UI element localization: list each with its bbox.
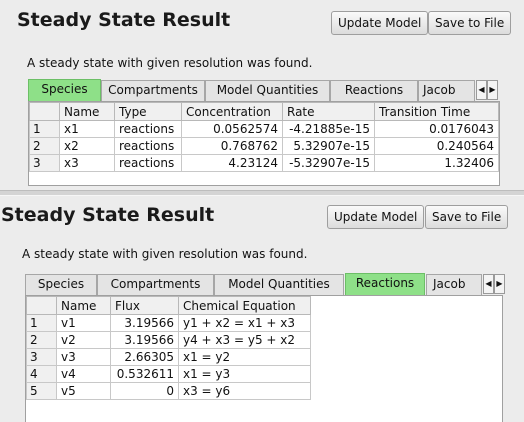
tab-species[interactable]: Species [28, 79, 101, 101]
result-tabbar: Species Compartments Model Quantities Re… [25, 273, 505, 295]
status-message: A steady state with given resolution was… [22, 247, 308, 261]
update-model-button[interactable]: Update Model [327, 205, 425, 229]
flux-cell[interactable]: 2.66305 [110, 348, 179, 366]
row-header[interactable]: 4 [26, 365, 57, 383]
chemical-equation-cell[interactable]: x3 = y6 [178, 382, 311, 400]
chemical-equation-cell[interactable]: x1 = y3 [178, 365, 311, 383]
status-message: A steady state with given resolution was… [27, 56, 313, 70]
tab-model-quantities[interactable]: Model Quantities [214, 274, 344, 295]
tab-jacobian[interactable]: Jacob [426, 274, 482, 295]
row-header[interactable]: 3 [29, 154, 60, 172]
table-row[interactable]: 2 x2 reactions 0.768762 5.32907e-15 0.24… [29, 137, 499, 155]
species-type-cell[interactable]: reactions [114, 120, 182, 138]
tab-scroll-right-icon[interactable]: ▶ [494, 274, 505, 294]
page-title: Steady State Result [1, 204, 215, 226]
row-header[interactable]: 1 [26, 314, 57, 332]
concentration-cell[interactable]: 0.0562574 [181, 120, 283, 138]
column-header-transition-time[interactable]: Transition Time [374, 102, 499, 121]
chemical-equation-cell[interactable]: x1 = y2 [178, 348, 311, 366]
tab-scroll-left-icon[interactable]: ◀ [483, 274, 494, 294]
concentration-cell[interactable]: 0.768762 [181, 137, 283, 155]
species-type-cell[interactable]: reactions [114, 137, 182, 155]
steady-state-panel-reactions: Steady State Result Update Model Save to… [0, 196, 524, 422]
transition-time-cell[interactable]: 0.240564 [374, 137, 499, 155]
table-row[interactable]: 5 v5 0 x3 = y6 [26, 382, 311, 400]
reactions-table: Name Flux Chemical Equation 1 v1 3.19566… [26, 296, 311, 400]
reaction-name-cell[interactable]: v2 [56, 331, 111, 349]
flux-cell[interactable]: 0 [110, 382, 179, 400]
species-name-cell[interactable]: x2 [59, 137, 115, 155]
column-header-chemical-equation[interactable]: Chemical Equation [178, 296, 311, 315]
reaction-name-cell[interactable]: v1 [56, 314, 111, 332]
update-model-button[interactable]: Update Model [331, 11, 429, 35]
save-to-file-button[interactable]: Save to File [428, 11, 512, 35]
concentration-cell[interactable]: 4.23124 [181, 154, 283, 172]
column-header-flux[interactable]: Flux [110, 296, 179, 315]
column-header-name[interactable]: Name [59, 102, 115, 121]
table-row[interactable]: 4 v4 0.532611 x1 = y3 [26, 365, 311, 383]
species-type-cell[interactable]: reactions [114, 154, 182, 172]
flux-cell[interactable]: 3.19566 [110, 314, 179, 332]
chemical-equation-cell[interactable]: y1 + x2 = x1 + x3 [178, 314, 311, 332]
result-tabbar: Species Compartments Model Quantities Re… [28, 79, 500, 101]
tab-jacobian[interactable]: Jacob [418, 80, 475, 101]
species-table-container: Name Type Concentration Rate Transition … [28, 101, 500, 186]
species-name-cell[interactable]: x1 [59, 120, 115, 138]
table-row[interactable]: 2 v2 3.19566 y4 + x3 = y5 + x2 [26, 331, 311, 349]
tab-compartments[interactable]: Compartments [97, 274, 214, 295]
species-name-cell[interactable]: x3 [59, 154, 115, 172]
column-header-rate[interactable]: Rate [282, 102, 375, 121]
row-header[interactable]: 2 [26, 331, 57, 349]
row-header[interactable]: 3 [26, 348, 57, 366]
tab-reactions[interactable]: Reactions [345, 273, 425, 295]
steady-state-panel-species: Steady State Result Update Model Save to… [0, 0, 524, 190]
transition-time-cell[interactable]: 0.0176043 [374, 120, 499, 138]
reaction-name-cell[interactable]: v5 [56, 382, 111, 400]
column-header-concentration[interactable]: Concentration [181, 102, 283, 121]
rate-cell[interactable]: 5.32907e-15 [282, 137, 375, 155]
rate-cell[interactable]: -5.32907e-15 [282, 154, 375, 172]
column-header-type[interactable]: Type [114, 102, 182, 121]
corner-header [29, 102, 60, 121]
page-title: Steady State Result [17, 9, 231, 31]
rate-cell[interactable]: -4.21885e-15 [282, 120, 375, 138]
table-row[interactable]: 3 x3 reactions 4.23124 -5.32907e-15 1.32… [29, 154, 499, 172]
column-header-name[interactable]: Name [56, 296, 111, 315]
row-header[interactable]: 2 [29, 137, 60, 155]
tab-scroll-right-icon[interactable]: ▶ [487, 80, 498, 100]
tab-model-quantities[interactable]: Model Quantities [205, 80, 330, 101]
table-row[interactable]: 1 v1 3.19566 y1 + x2 = x1 + x3 [26, 314, 311, 332]
tab-compartments[interactable]: Compartments [101, 80, 205, 101]
corner-header [26, 296, 57, 315]
table-row[interactable]: 3 v3 2.66305 x1 = y2 [26, 348, 311, 366]
reaction-name-cell[interactable]: v4 [56, 365, 111, 383]
transition-time-cell[interactable]: 1.32406 [374, 154, 499, 172]
tab-reactions[interactable]: Reactions [330, 80, 418, 101]
flux-cell[interactable]: 0.532611 [110, 365, 179, 383]
row-header[interactable]: 5 [26, 382, 57, 400]
table-row[interactable]: 1 x1 reactions 0.0562574 -4.21885e-15 0.… [29, 120, 499, 138]
reactions-table-container: Name Flux Chemical Equation 1 v1 3.19566… [25, 295, 503, 422]
flux-cell[interactable]: 3.19566 [110, 331, 179, 349]
tab-scroll-left-icon[interactable]: ◀ [476, 80, 487, 100]
chemical-equation-cell[interactable]: y4 + x3 = y5 + x2 [178, 331, 311, 349]
species-table: Name Type Concentration Rate Transition … [29, 102, 499, 172]
row-header[interactable]: 1 [29, 120, 60, 138]
reaction-name-cell[interactable]: v3 [56, 348, 111, 366]
tab-species[interactable]: Species [25, 274, 97, 295]
save-to-file-button[interactable]: Save to File [425, 205, 509, 229]
